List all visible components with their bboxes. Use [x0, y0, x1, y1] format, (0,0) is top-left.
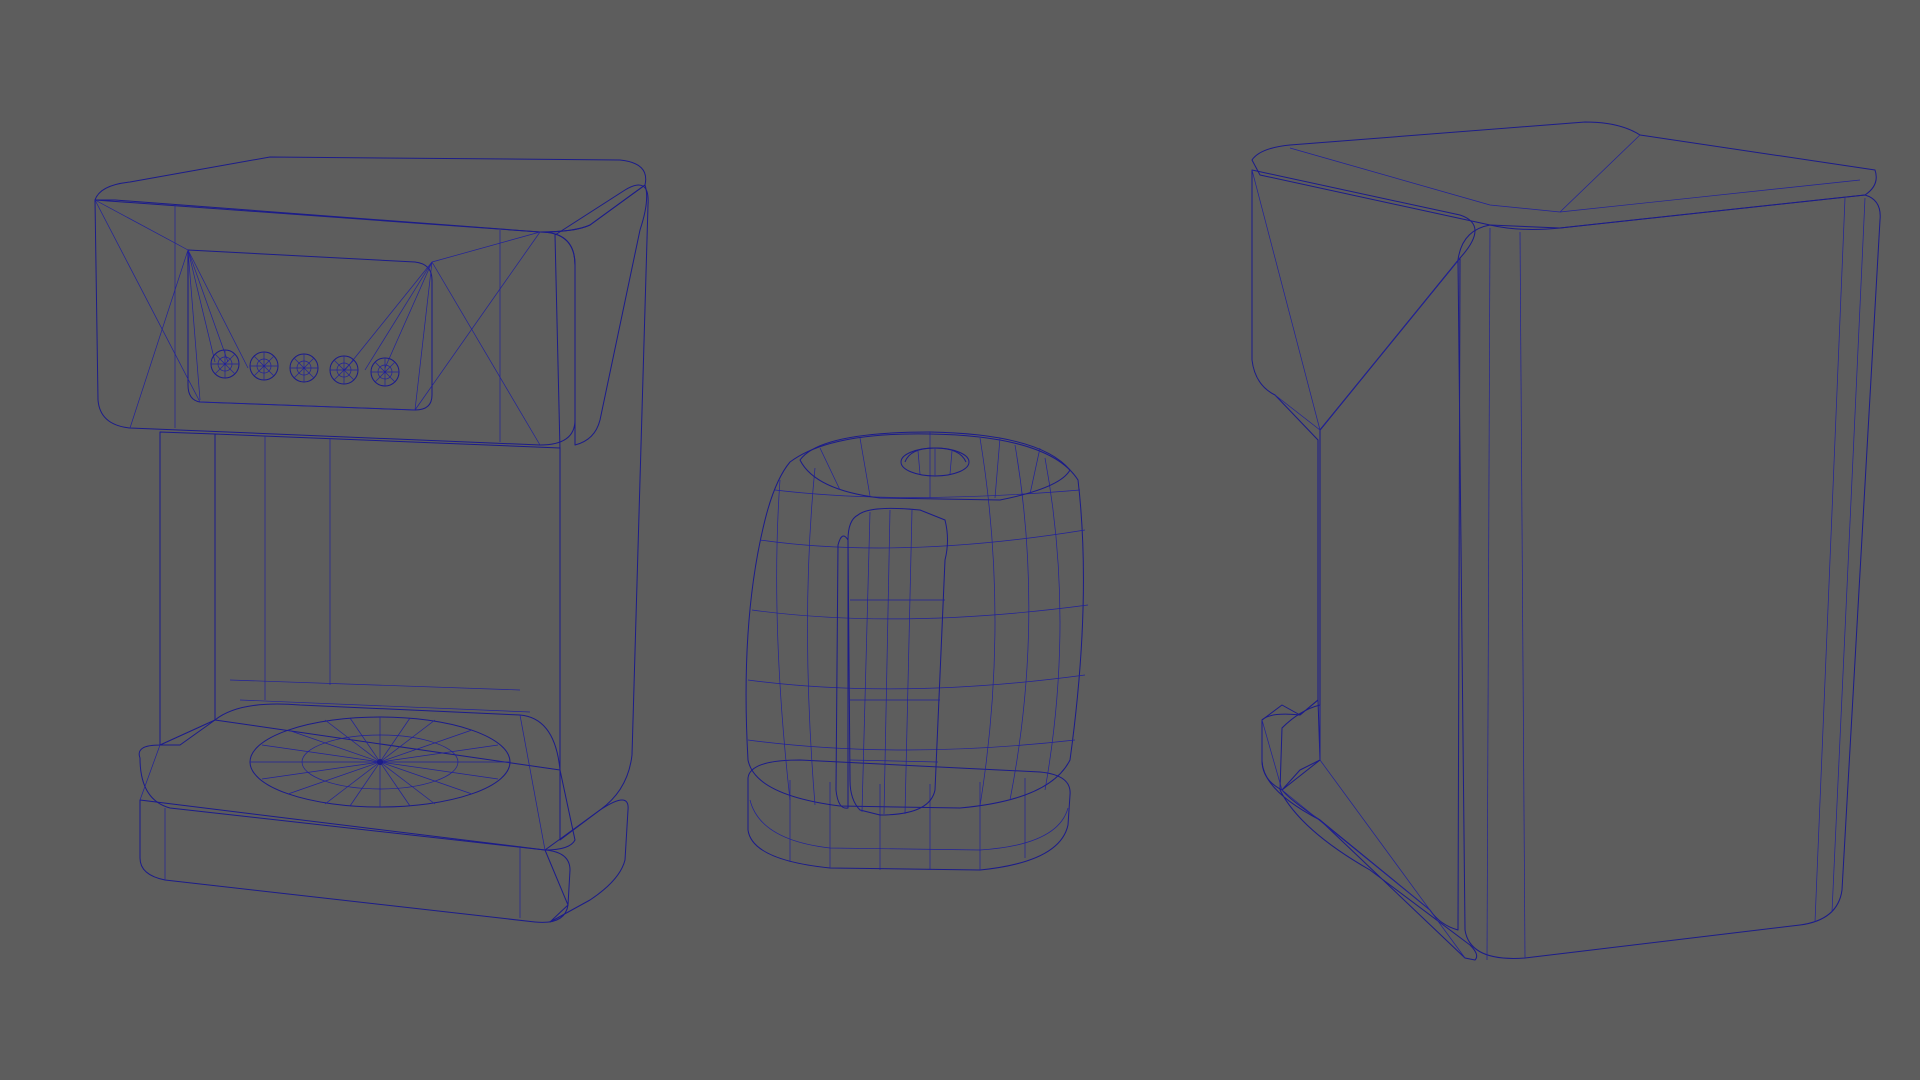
carafe-base-wireframe: [749, 778, 1069, 870]
coffee-carafe-model[interactable]: [745, 431, 1089, 871]
carafe-body: [745, 433, 1084, 809]
carafe-body-wireframe: [747, 437, 1089, 807]
control-panel-wireframe: [94, 199, 541, 446]
panel-button[interactable]: [249, 351, 279, 381]
panel-button[interactable]: [329, 355, 359, 385]
side-model-left-face: [1251, 169, 1478, 961]
coffee-maker-base-front: [139, 799, 571, 923]
cavity-wireframe: [229, 436, 531, 713]
panel-button[interactable]: [210, 349, 240, 379]
coffee-maker-model[interactable]: [94, 156, 649, 923]
viewport-canvas[interactable]: [0, 0, 1920, 1080]
coffee-maker-left-pillar: [159, 431, 216, 746]
panel-button[interactable]: [289, 353, 319, 383]
panel-button[interactable]: [370, 357, 400, 387]
coffee-maker-side-model[interactable]: [1251, 121, 1881, 961]
carafe-base: [747, 759, 1071, 871]
coffee-maker-top-face: [94, 156, 647, 233]
3d-viewport[interactable]: [0, 0, 1920, 1080]
coffee-maker-head-bevel: [539, 184, 648, 446]
coffee-maker-base-top: [138, 703, 576, 851]
coffee-maker-side-face: [554, 184, 649, 841]
carafe-lid-knob[interactable]: [900, 447, 970, 477]
coffee-maker-head-front: [94, 199, 576, 446]
side-model-top-face: [1251, 121, 1877, 230]
carafe-lid-wireframe: [819, 432, 1041, 499]
coffee-maker-cavity: [214, 433, 561, 771]
side-model-wireframe: [1251, 134, 1866, 961]
coffee-maker-base-side: [544, 799, 629, 923]
carafe-handle-gap: [835, 535, 849, 809]
side-model-front-face: [1457, 194, 1881, 959]
carafe-handle-wireframe: [849, 509, 945, 815]
control-panel: [187, 249, 433, 411]
button-row: [210, 349, 400, 387]
warming-plate: [249, 716, 511, 808]
